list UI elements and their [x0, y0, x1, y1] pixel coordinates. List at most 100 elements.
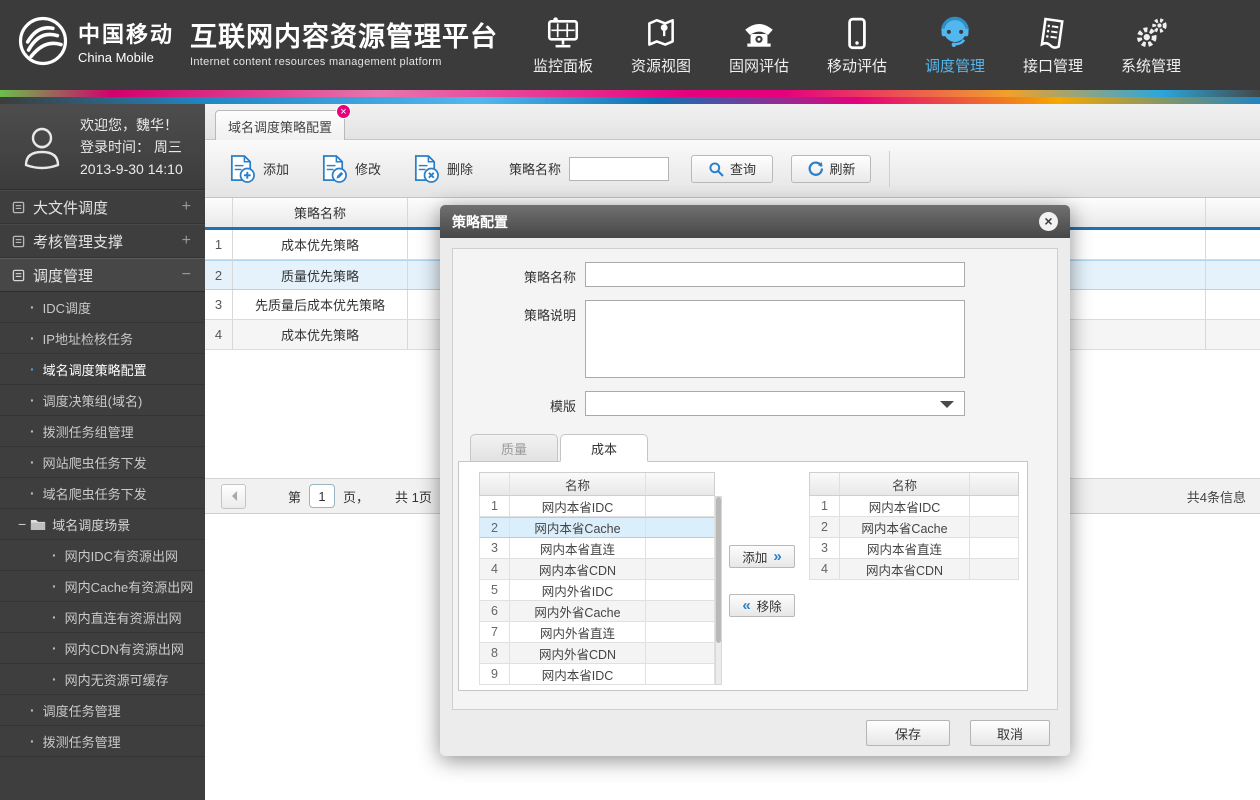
page-indicator: 第 1 页， 共 1页 [288, 484, 432, 508]
sidebar-group-assessment[interactable]: 考核管理支撑 + [0, 224, 205, 258]
list-item[interactable]: 2网内本省Cache [809, 517, 1019, 538]
toolbar: 添加 修改 删除 策略名称 [205, 140, 1260, 198]
sidebar-item-site-crawler[interactable]: · 网站爬虫任务下发 [0, 447, 205, 478]
tab-domain-policy-config[interactable]: 域名调度策略配置 × [215, 110, 345, 141]
dialog-body: 策略名称 策略说明 模版 质量 成本 名称 [440, 238, 1070, 756]
list-item[interactable]: 8网内外省CDN [479, 643, 715, 664]
dialog-close-icon[interactable]: × [1039, 212, 1058, 231]
mobile-phone-icon [839, 16, 875, 52]
sidebar-item-domain-crawler[interactable]: · 域名爬虫任务下发 [0, 478, 205, 509]
cancel-button[interactable]: 取消 [970, 720, 1050, 746]
add-doc-icon [227, 154, 256, 184]
name-cell: 网内本省IDC [510, 496, 646, 516]
list-item[interactable]: 4网内本省CDN [809, 559, 1019, 580]
expand-icon[interactable]: + [182, 232, 191, 250]
name-cell: 网内本省Cache [510, 518, 646, 537]
policy-name-cell: 质量优先策略 [233, 261, 408, 289]
nav-item-dispatch-management[interactable]: 调度管理 [906, 8, 1004, 76]
nav-item-monitor[interactable]: 监控面板 [514, 8, 612, 76]
sidebar-item-domain-policy-config[interactable]: · 域名调度策略配置 [0, 354, 205, 385]
list-item[interactable]: 4网内本省CDN [479, 559, 715, 580]
sidebar-item-dial-test-task[interactable]: · 拨测任务管理 [0, 726, 205, 757]
sidebar-folder-domain-scenes[interactable]: − 域名调度场景 [0, 509, 205, 540]
row-number-cell: 3 [205, 290, 233, 319]
sidebar-item-dial-test-group[interactable]: · 拨测任务组管理 [0, 416, 205, 447]
row-number-cell: 2 [205, 261, 233, 289]
search-button[interactable]: 查询 [691, 155, 773, 183]
delete-doc-icon [411, 154, 440, 184]
add-button[interactable]: 添加 [227, 154, 289, 184]
tab-cost[interactable]: 成本 [560, 434, 648, 462]
tab-close-icon[interactable]: × [336, 104, 351, 119]
sidebar-item-decision-group[interactable]: · 调度决策组(域名) [0, 385, 205, 416]
scrollbar-track[interactable] [715, 496, 722, 685]
modify-button[interactable]: 修改 [319, 154, 381, 184]
list-item[interactable]: 7网内外省直连 [479, 622, 715, 643]
sidebar-item-label: 网内CDN有资源出网 [65, 639, 184, 658]
save-button[interactable]: 保存 [866, 720, 950, 746]
sidebar-item-label: 调度任务管理 [43, 701, 121, 720]
name-cell: 网内外省直连 [510, 622, 646, 642]
nav-item-mobile-eval[interactable]: 移动评估 [808, 8, 906, 76]
add-to-selected-button[interactable]: 添加 » [729, 545, 795, 568]
sidebar-item-dispatch-task[interactable]: · 调度任务管理 [0, 695, 205, 726]
collapse-icon[interactable]: − [18, 516, 26, 532]
list-item[interactable]: 3网内本省直连 [809, 538, 1019, 559]
list-item-selected[interactable]: 2网内本省Cache [479, 517, 715, 538]
remove-from-selected-button[interactable]: « 移除 [729, 594, 795, 617]
list-item[interactable]: 3网内本省直连 [479, 538, 715, 559]
nav-item-fixed-network[interactable]: 固网评估 [710, 8, 808, 76]
sidebar-group-dispatch[interactable]: 调度管理 − [0, 258, 205, 292]
nav-label: 固网评估 [729, 55, 789, 76]
sidebar-item-label: 网内直连有资源出网 [65, 608, 182, 627]
nav-item-interface-management[interactable]: 接口管理 [1004, 8, 1102, 76]
nav-item-resource-view[interactable]: 资源视图 [612, 8, 710, 76]
empty-cell [646, 496, 714, 516]
policy-name-field[interactable] [585, 262, 965, 287]
list-item[interactable]: 6网内外省Cache [479, 601, 715, 622]
doc-icon [12, 201, 25, 214]
list-item[interactable]: 1网内本省IDC [479, 496, 715, 517]
bullet-icon: · [52, 578, 57, 594]
policy-desc-field[interactable] [585, 300, 965, 378]
sidebar-group-big-file[interactable]: 大文件调度 + [0, 190, 205, 224]
sidebar-item-direct-resource-out[interactable]: · 网内直连有资源出网 [0, 602, 205, 633]
sidebar-item-cache-resource-out[interactable]: · 网内Cache有资源出网 [0, 571, 205, 602]
user-info: 欢迎您，魏华！ 登录时间： 周三 2013-9-30 14:10 [80, 114, 183, 180]
list-item[interactable]: 1网内本省IDC [809, 496, 1019, 517]
refresh-button[interactable]: 刷新 [791, 155, 871, 183]
row-number-header [205, 198, 233, 227]
sidebar-item-ip-check[interactable]: · IP地址检核任务 [0, 323, 205, 354]
sidebar-item-label: 域名调度场景 [52, 515, 130, 534]
row-number-cell: 4 [205, 320, 233, 349]
collapse-icon[interactable]: − [182, 266, 191, 284]
sidebar-item-cdn-resource-out[interactable]: · 网内CDN有资源出网 [0, 633, 205, 664]
expand-icon[interactable]: + [182, 198, 191, 216]
nav-label: 监控面板 [533, 55, 593, 76]
scrollbar-thumb[interactable] [716, 497, 721, 643]
document-list-icon [1035, 16, 1071, 52]
sidebar-item-idc-dispatch[interactable]: · IDC调度 [0, 292, 205, 323]
sidebar-item-no-resource-cacheable[interactable]: · 网内无资源可缓存 [0, 664, 205, 695]
row-number-cell: 8 [480, 643, 510, 663]
tab-quality[interactable]: 质量 [470, 434, 558, 462]
sidebar-item-label: 网内IDC有资源出网 [65, 546, 178, 565]
nav-item-system-management[interactable]: 系统管理 [1102, 8, 1200, 76]
sidebar-group-label: 大文件调度 [33, 197, 182, 218]
prev-page-button[interactable] [221, 484, 246, 509]
current-page-box[interactable]: 1 [309, 484, 335, 508]
empty-cell [646, 664, 714, 684]
list-item[interactable]: 9网内本省IDC [479, 664, 715, 685]
list-item[interactable]: 5网内外省IDC [479, 580, 715, 601]
empty-cell [646, 559, 714, 579]
gears-icon [1133, 16, 1169, 52]
delete-button[interactable]: 删除 [411, 154, 473, 184]
policy-name-input[interactable] [569, 157, 669, 181]
sidebar-item-idc-resource-out[interactable]: · 网内IDC有资源出网 [0, 540, 205, 571]
toolbar-divider [889, 151, 890, 187]
template-select[interactable] [585, 391, 965, 416]
china-mobile-logo-icon [16, 14, 70, 68]
row-number-cell: 2 [810, 517, 840, 537]
empty-cell [1205, 320, 1260, 349]
chevron-down-icon [940, 401, 954, 408]
